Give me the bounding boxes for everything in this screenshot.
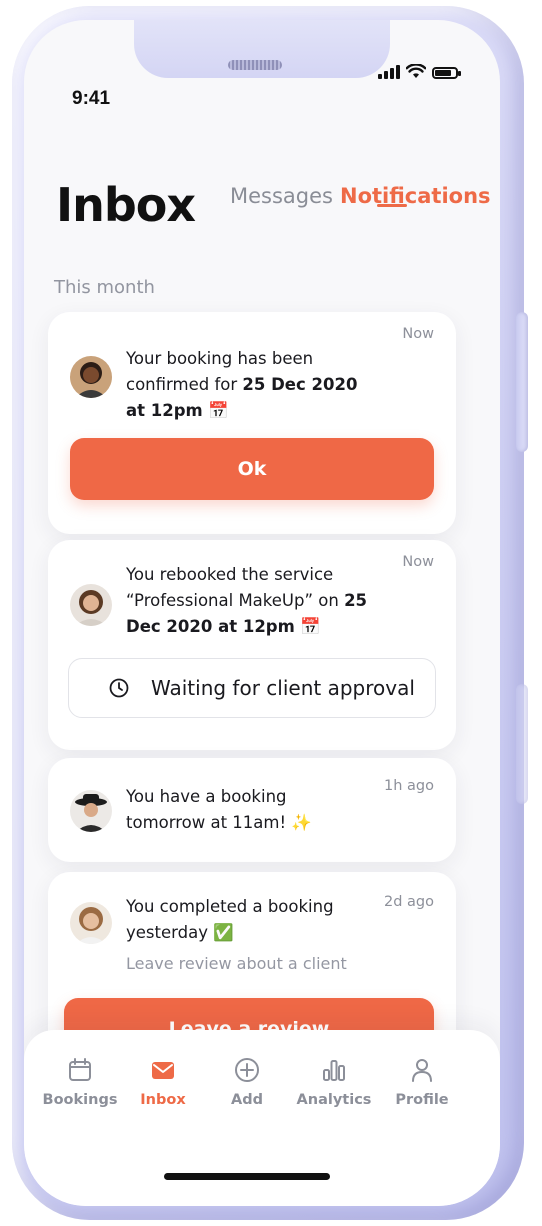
- notification-subtext: Leave review about a client: [126, 954, 347, 973]
- user-icon: [412, 1059, 432, 1082]
- wifi-icon: [406, 64, 426, 78]
- clock-icon: [109, 678, 129, 698]
- avatar: [70, 356, 112, 398]
- speaker-grille: [228, 60, 282, 70]
- bottom-tab-bar: Bookings Inbox Add Analytics Profile: [24, 1030, 500, 1206]
- nav-bookings[interactable]: Bookings: [40, 1056, 120, 1108]
- power-button: [516, 312, 528, 452]
- notification-time: Now: [402, 326, 434, 342]
- battery-icon: [432, 67, 461, 79]
- nav-add[interactable]: Add: [207, 1056, 287, 1108]
- active-tab-indicator: [377, 204, 407, 207]
- page-title: Inbox: [56, 178, 196, 232]
- signal-icon: [378, 65, 400, 79]
- calendar-emoji-icon: 📅: [207, 401, 229, 420]
- status-icons: [378, 64, 461, 79]
- notification-text: You completed a booking yesterday ✅: [126, 897, 334, 942]
- avatar: [70, 584, 112, 626]
- notification-card: Now Your booking has been confirmed for …: [48, 312, 456, 534]
- status-text: Waiting for client approval: [151, 676, 415, 700]
- side-button-lower: [516, 684, 528, 804]
- notification-text: You have a booking tomorrow at 11am! ✨: [126, 787, 312, 832]
- status-time: 9:41: [72, 88, 111, 109]
- notification-card: 1h ago You have a booking tomorrow at 11…: [48, 758, 456, 862]
- mail-icon: [152, 1062, 174, 1079]
- nav-label: Analytics: [296, 1092, 372, 1108]
- notification-card: Now You rebooked the service “Profession…: [48, 540, 456, 750]
- nav-label: Inbox: [140, 1092, 186, 1108]
- nav-label: Profile: [395, 1092, 449, 1108]
- nav-analytics[interactable]: Analytics: [294, 1056, 374, 1108]
- calendar-icon: [69, 1058, 91, 1081]
- home-indicator[interactable]: [164, 1173, 330, 1180]
- plus-circle-icon: [235, 1058, 259, 1082]
- notification-text: Your booking has been confirmed for 25 D…: [126, 349, 358, 420]
- notification-time: 2d ago: [384, 894, 434, 910]
- sparkles-emoji-icon: ✨: [291, 813, 312, 832]
- nav-label: Add: [231, 1092, 263, 1108]
- check-emoji-icon: ✅: [213, 923, 234, 942]
- nav-inbox[interactable]: Inbox: [123, 1056, 203, 1108]
- notification-time: Now: [402, 554, 434, 570]
- ok-button[interactable]: Ok: [70, 438, 434, 500]
- avatar: [70, 902, 112, 944]
- screen: 9:41 Inbox Messages Notifications This m…: [24, 20, 500, 1206]
- avatar: [70, 790, 112, 832]
- notification-text: You rebooked the service “Professional M…: [126, 565, 368, 636]
- calendar-emoji-icon: 📅: [300, 617, 321, 636]
- nav-profile[interactable]: Profile: [382, 1056, 462, 1108]
- tab-notifications[interactable]: Notifications: [340, 184, 491, 208]
- section-label: This month: [54, 277, 155, 298]
- bar-chart-icon: [323, 1060, 345, 1081]
- nav-label: Bookings: [42, 1092, 118, 1108]
- tab-messages[interactable]: Messages: [230, 184, 333, 208]
- approval-status: Waiting for client approval: [68, 658, 436, 718]
- notification-time: 1h ago: [384, 778, 434, 794]
